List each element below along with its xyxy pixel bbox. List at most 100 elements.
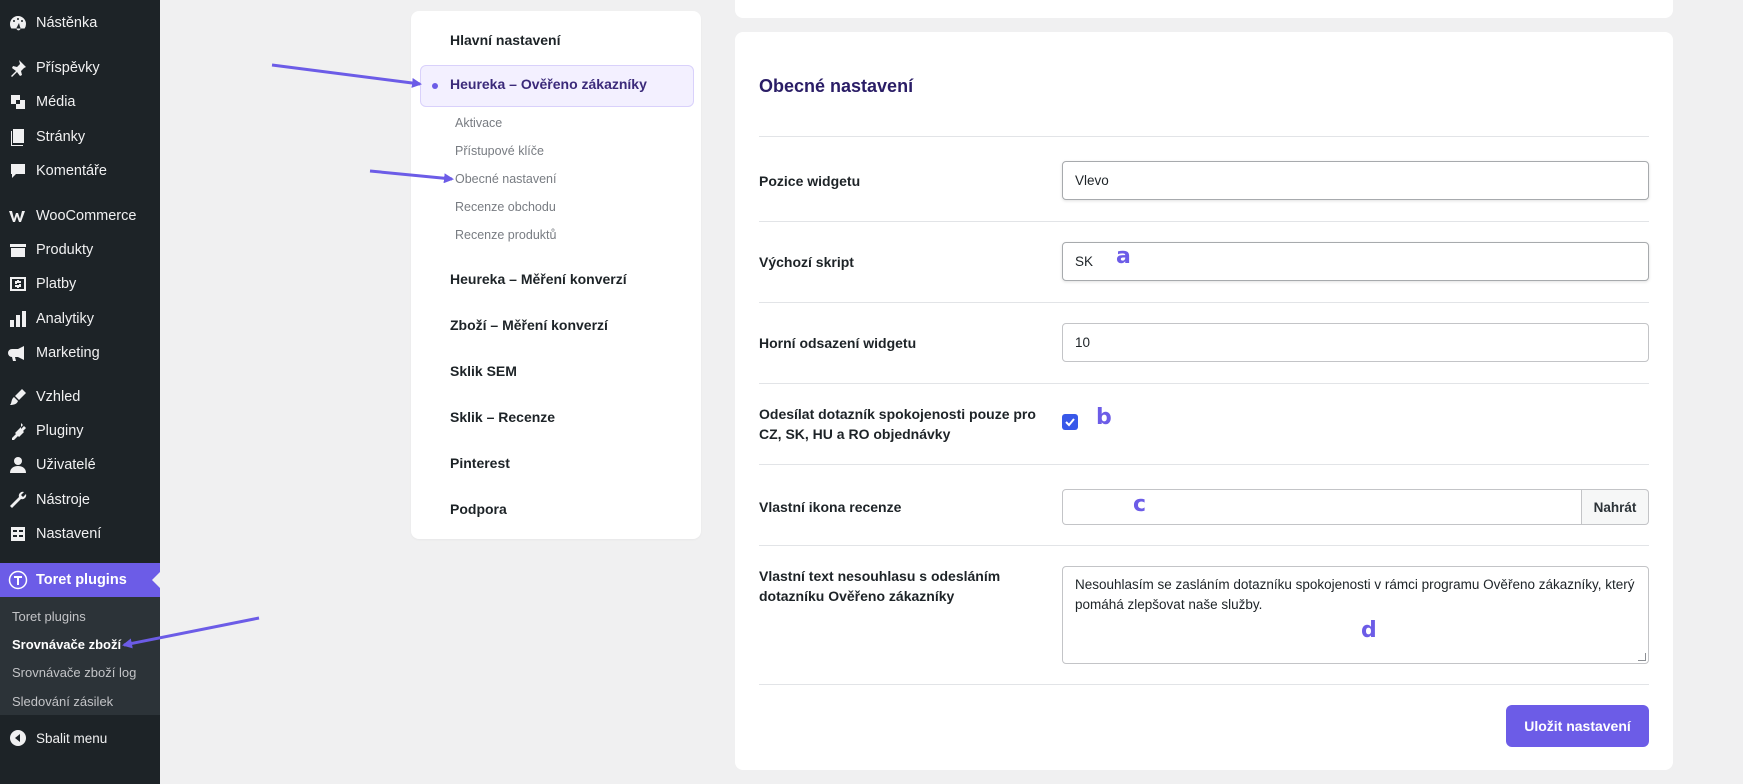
user-icon [0, 455, 36, 475]
sidebar-item-label: Stránky [36, 129, 86, 145]
submenu-item-tracking[interactable]: Sledování zásilek [12, 691, 113, 713]
collapse-menu-button[interactable]: Sbalit menu [0, 721, 160, 755]
save-button[interactable]: Uložit nastavení [1506, 705, 1649, 747]
sidebar-item-label: Uživatelé [36, 457, 96, 473]
nav-item-sklik-reviews[interactable]: Sklik – Recenze [450, 405, 555, 429]
sidebar-item-comments[interactable]: Komentáře [0, 154, 160, 188]
sidebar-item-pages[interactable]: Stránky [0, 120, 160, 154]
divider [759, 684, 1649, 685]
sidebar-item-marketing[interactable]: Marketing [0, 336, 160, 370]
page-title: Obecné nastavení [759, 76, 914, 96]
custom-icon-label: Vlastní ikona recenze [759, 499, 902, 515]
pages-icon [0, 127, 36, 147]
brush-icon [0, 387, 36, 407]
nav-item-general[interactable]: Hlavní nastavení [450, 28, 561, 52]
nav-item-support[interactable]: Podpora [450, 497, 507, 521]
products-icon [0, 240, 36, 260]
sidebar-item-label: Komentáře [36, 163, 107, 179]
annotation-a: a [1116, 244, 1131, 269]
widget-position-select[interactable]: Vlevo [1062, 161, 1649, 200]
sidebar-item-tools[interactable]: Nástroje [0, 483, 160, 517]
arrow-to-active-section [271, 63, 422, 88]
woocommerce-icon [0, 206, 36, 226]
sidebar-item-label: Pluginy [36, 423, 84, 439]
general-settings-card: Obecné nastavení Pozice widgetu Vlevo Vý… [735, 32, 1673, 770]
divider [759, 302, 1649, 303]
top-offset-label: Horní odsazení widgetu [759, 335, 917, 351]
disagree-text-textarea[interactable]: Nesouhlasím se zasláním dotazníku spokoj… [1062, 566, 1649, 664]
sidebar-item-woocommerce[interactable]: WooCommerce [0, 199, 160, 233]
nav-subitem-activation[interactable]: Aktivace [455, 113, 502, 133]
collapse-icon [0, 728, 36, 748]
disagree-text-value: Nesouhlasím se zasláním dotazníku spokoj… [1075, 577, 1635, 612]
nav-subitem-access-keys[interactable]: Přístupové klíče [455, 141, 544, 161]
submenu-item-srovnavace-log[interactable]: Srovnávače zboží log [12, 662, 136, 684]
submenu-item-srovnavace[interactable]: Srovnávače zboží [12, 634, 121, 656]
active-dot-icon [432, 83, 438, 89]
sidebar-item-label: Platby [36, 276, 77, 292]
divider [759, 545, 1649, 546]
nav-item-heureka-conversions[interactable]: Heureka – Měření konverzí [450, 267, 627, 291]
nav-item-pinterest[interactable]: Pinterest [450, 451, 510, 475]
send-only-label: Odesílat dotazník spokojenosti pouze pro… [759, 404, 1036, 444]
sidebar-item-label: Produkty [36, 242, 94, 258]
annotation-c: c [1133, 492, 1147, 517]
sidebar-item-users[interactable]: Uživatelé [0, 448, 160, 482]
sidebar-item-label: Analytiky [36, 311, 95, 327]
sidebar-item-products[interactable]: Produkty [0, 233, 160, 267]
divider [759, 464, 1649, 465]
sidebar-item-posts[interactable]: Příspěvky [0, 51, 160, 85]
sidebar-item-label: Příspěvky [36, 60, 100, 76]
widget-position-label: Pozice widgetu [759, 173, 861, 189]
sidebar-item-dashboard[interactable]: Nástěnka [0, 6, 160, 40]
wrench-icon [0, 490, 36, 510]
annotation-b: b [1096, 405, 1112, 430]
annotation-d: d [1361, 618, 1377, 643]
settings-icon [0, 524, 36, 544]
upload-button[interactable]: Nahrát [1582, 489, 1649, 525]
sidebar-item-label: Vzhled [36, 389, 81, 405]
megaphone-icon [0, 343, 36, 363]
nav-subitem-product-reviews[interactable]: Recenze produktů [455, 225, 556, 245]
resize-handle-icon[interactable] [1638, 653, 1646, 661]
nav-subitem-shop-reviews[interactable]: Recenze obchodu [455, 197, 556, 217]
nav-item-sklik-sem[interactable]: Sklik SEM [450, 359, 517, 383]
plugin-icon [0, 421, 36, 441]
collapse-label: Sbalit menu [36, 730, 108, 746]
sidebar-item-label: WooCommerce [36, 208, 137, 224]
sidebar-item-label: Nástěnka [36, 15, 98, 31]
sidebar-item-analytics[interactable]: Analytiky [0, 302, 160, 336]
nav-item-heureka-overeno[interactable]: Heureka – Ověřeno zákazníky [420, 65, 694, 107]
disagree-text-label: Vlastní text nesouhlasu s odesláním dota… [759, 566, 1000, 606]
sidebar-item-appearance[interactable]: Vzhled [0, 380, 160, 414]
send-only-checkbox[interactable] [1062, 414, 1078, 430]
nav-item-label: Heureka – Ověřeno zákazníky [450, 76, 647, 92]
submenu-item-toret-plugins[interactable]: Toret plugins [12, 606, 86, 628]
divider [759, 136, 1649, 137]
media-icon [0, 92, 36, 112]
analytics-icon [0, 309, 36, 329]
nav-item-zbozi-conversions[interactable]: Zboží – Měření konverzí [450, 313, 608, 337]
sidebar-item-plugins[interactable]: Pluginy [0, 414, 160, 448]
previous-card [735, 0, 1673, 18]
sidebar-item-label: Média [36, 94, 76, 110]
disagree-text-label-line2: dotazníku Ověřeno zákazníky [759, 588, 955, 604]
sidebar-item-media[interactable]: Média [0, 85, 160, 119]
divider [759, 383, 1649, 384]
nav-subitem-general-settings[interactable]: Obecné nastavení [455, 169, 556, 189]
payments-icon [0, 274, 36, 294]
sidebar-item-payments[interactable]: Platby [0, 267, 160, 301]
toret-icon [0, 570, 36, 590]
default-script-select[interactable]: SK [1062, 242, 1649, 281]
sidebar-item-toret-plugins[interactable]: Toret plugins [0, 563, 160, 597]
pin-icon [0, 58, 36, 78]
sidebar-item-label: Nástroje [36, 492, 90, 508]
sidebar-item-settings[interactable]: Nastavení [0, 517, 160, 551]
dashboard-icon [0, 13, 36, 33]
sidebar-item-label: Toret plugins [36, 572, 127, 588]
disagree-text-label-line1: Vlastní text nesouhlasu s odesláním [759, 568, 1001, 584]
top-offset-input[interactable]: 10 [1062, 323, 1649, 362]
admin-sidebar: Nástěnka Příspěvky Média Stránky Komentá… [0, 0, 160, 784]
comments-icon [0, 161, 36, 181]
send-only-label-line2: CZ, SK, HU a RO objednávky [759, 426, 951, 442]
